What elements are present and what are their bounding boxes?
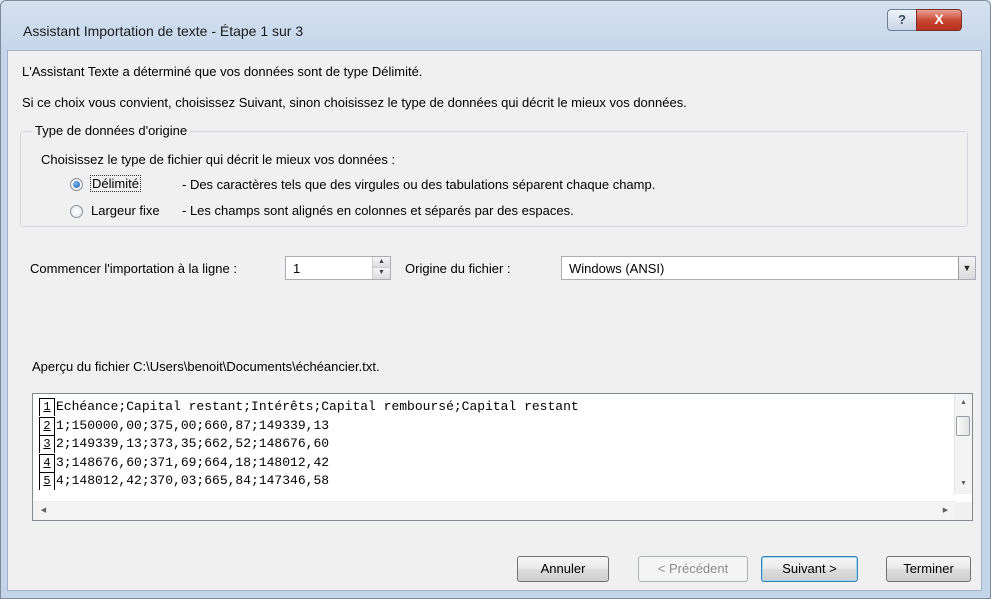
finish-button[interactable]: Terminer <box>886 556 971 582</box>
spin-up-icon[interactable]: ▲ <box>373 257 390 268</box>
intro-line-1: L'Assistant Texte a déterminé que vos do… <box>22 64 423 79</box>
line-number: 2 <box>39 416 55 435</box>
vertical-scrollbar[interactable]: ▲ ▼ <box>954 394 972 494</box>
line-number: 5 <box>39 472 55 490</box>
intro-line-2: Si ce choix vous convient, choisissez Su… <box>22 95 687 110</box>
start-row-stepper[interactable]: 1 ▲ ▼ <box>285 256 391 280</box>
radio-delimited[interactable] <box>70 178 83 191</box>
line-text: 4;148012,42;370,03;665,84;147346,58 <box>56 473 330 488</box>
fixed-width-description: - Les champs sont alignés en colonnes et… <box>182 203 574 218</box>
file-origin-label: Origine du fichier : <box>405 261 511 276</box>
line-text: 2;149339,13;373,35;662,52;148676,60 <box>56 436 330 451</box>
scrollbar-corner <box>955 502 972 520</box>
dialog-body: L'Assistant Texte a déterminé que vos do… <box>7 50 982 591</box>
line-number: 4 <box>39 453 55 472</box>
dropdown-arrow-icon[interactable]: ▼ <box>958 257 975 279</box>
preview-label: Aperçu du fichier C:\Users\benoit\Docume… <box>32 359 380 374</box>
file-origin-value: Windows (ANSI) <box>569 261 665 276</box>
next-button[interactable]: Suivant > <box>761 556 858 582</box>
preview-lines: 1 Echéance;Capital restant;Intérêts;Capi… <box>39 398 944 492</box>
file-origin-select[interactable]: Windows (ANSI) ▼ <box>561 256 976 280</box>
line-text: 3;148676,60;371,69;664,18;148012,42 <box>56 454 330 470</box>
radio-fixed-width-label[interactable]: Largeur fixe <box>91 203 160 218</box>
radio-delimited-label[interactable]: Délimité <box>90 175 141 192</box>
start-row-value[interactable]: 1 <box>293 261 300 276</box>
line-number: 1 <box>39 398 55 416</box>
preview-line: 3 2;149339,13;373,35;662,52;148676,60 <box>39 435 944 454</box>
close-icon: X <box>934 11 944 27</box>
horizontal-scrollbar[interactable]: ◀ ▶ <box>33 501 955 520</box>
group-legend: Type de données d'origine <box>32 123 191 138</box>
scroll-down-icon[interactable]: ▼ <box>955 480 972 487</box>
file-preview[interactable]: 1 Echéance;Capital restant;Intérêts;Capi… <box>32 393 973 521</box>
window-title: Assistant Importation de texte - Étape 1… <box>23 23 304 39</box>
title-bar[interactable]: Assistant Importation de texte - Étape 1… <box>1 1 990 51</box>
preview-line: 5 4;148012,42;370,03;665,84;147346,58 <box>39 472 944 491</box>
line-text: Echéance;Capital restant;Intérêts;Capita… <box>56 399 579 414</box>
scroll-left-icon[interactable]: ◀ <box>35 506 52 514</box>
scroll-right-icon[interactable]: ▶ <box>937 506 954 514</box>
line-number: 3 <box>39 435 55 453</box>
help-button[interactable]: ? <box>887 9 917 31</box>
preview-line: 2 1;150000,00;375,00;660,87;149339,13 <box>39 416 944 436</box>
start-row-label: Commencer l'importation à la ligne : <box>30 261 237 276</box>
file-type-instruction: Choisissez le type de fichier qui décrit… <box>41 152 396 167</box>
radio-fixed-width[interactable] <box>70 205 83 218</box>
line-text: 1;150000,00;375,00;660,87;149339,13 <box>56 417 330 433</box>
scroll-up-icon[interactable]: ▲ <box>955 399 972 406</box>
preview-line: 4 3;148676,60;371,69;664,18;148012,42 <box>39 453 944 473</box>
preview-line: 1 Echéance;Capital restant;Intérêts;Capi… <box>39 398 944 417</box>
help-icon: ? <box>898 12 906 27</box>
previous-button[interactable]: < Précédent <box>638 556 748 582</box>
vertical-scroll-thumb[interactable] <box>956 416 970 436</box>
spin-buttons: ▲ ▼ <box>372 257 390 279</box>
spin-down-icon[interactable]: ▼ <box>373 268 390 279</box>
cancel-button[interactable]: Annuler <box>517 556 609 582</box>
delimited-description: - Des caractères tels que des virgules o… <box>182 177 656 192</box>
close-button[interactable]: X <box>916 9 962 31</box>
